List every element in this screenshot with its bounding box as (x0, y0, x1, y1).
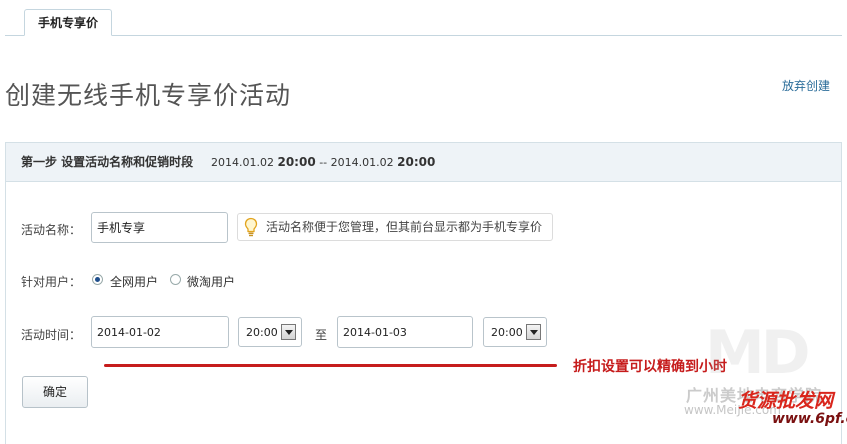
tab-bar-divider (5, 35, 842, 36)
watermark-logo: MD (705, 318, 810, 388)
end-time-select[interactable]: 20:00 (483, 317, 547, 347)
start-time-select[interactable]: 20:00 (238, 317, 302, 347)
start-time-value: 20:00 (246, 326, 278, 339)
watermark-site-name: 货源批发网 (738, 390, 834, 412)
end-time-value: 20:00 (491, 326, 523, 339)
activity-name-hint: 活动名称便于您管理，但其前台显示都为手机专享价 (237, 213, 553, 241)
watermark-site-url: www.6pf.cn (772, 411, 847, 427)
radio-all-network-users[interactable] (92, 274, 103, 285)
tab-bar: 手机专享价 (0, 0, 847, 37)
step-title: 第一步 设置活动名称和促销时段 (21, 155, 194, 169)
annotation-text: 折扣设置可以精确到小时 (573, 359, 727, 375)
end-date-input[interactable] (337, 316, 473, 348)
step-end-date: 2014.01.02 (330, 156, 394, 169)
confirm-button[interactable]: 确定 (22, 376, 88, 408)
step-start-time: 20:00 (277, 155, 316, 169)
radio-all-network-users-label[interactable]: 全网用户 (110, 273, 158, 290)
tab-mobile-exclusive-price[interactable]: 手机专享价 (24, 9, 112, 36)
hint-text: 活动名称便于您管理，但其前台显示都为手机专享价 (266, 220, 543, 234)
step-start-date: 2014.01.02 (211, 156, 274, 169)
activity-name-label: 活动名称： (21, 223, 82, 237)
page-title: 创建无线手机专享价活动 (5, 81, 292, 110)
start-date-input[interactable] (91, 316, 229, 348)
target-users-label: 针对用户： (21, 275, 82, 289)
step-end-time: 20:00 (397, 155, 436, 169)
step-time-range: 2014.01.02 20:00 -- 2014.01.02 20:00 (211, 143, 435, 182)
to-label: 至 (315, 328, 328, 342)
radio-weitao-users-label[interactable]: 微淘用户 (187, 273, 235, 290)
abandon-create-link[interactable]: 放弃创建 (782, 77, 830, 94)
chevron-down-icon[interactable] (281, 324, 296, 340)
annotation-underline (104, 364, 557, 367)
lightbulb-icon (244, 217, 258, 237)
step-separator: -- (319, 156, 328, 169)
step-header: 第一步 设置活动名称和促销时段 2014.01.02 20:00 -- 2014… (6, 143, 841, 182)
activity-time-label: 活动时间： (21, 328, 82, 342)
activity-name-input[interactable] (91, 212, 228, 243)
radio-weitao-users[interactable] (170, 274, 181, 285)
chevron-down-icon[interactable] (526, 324, 541, 340)
